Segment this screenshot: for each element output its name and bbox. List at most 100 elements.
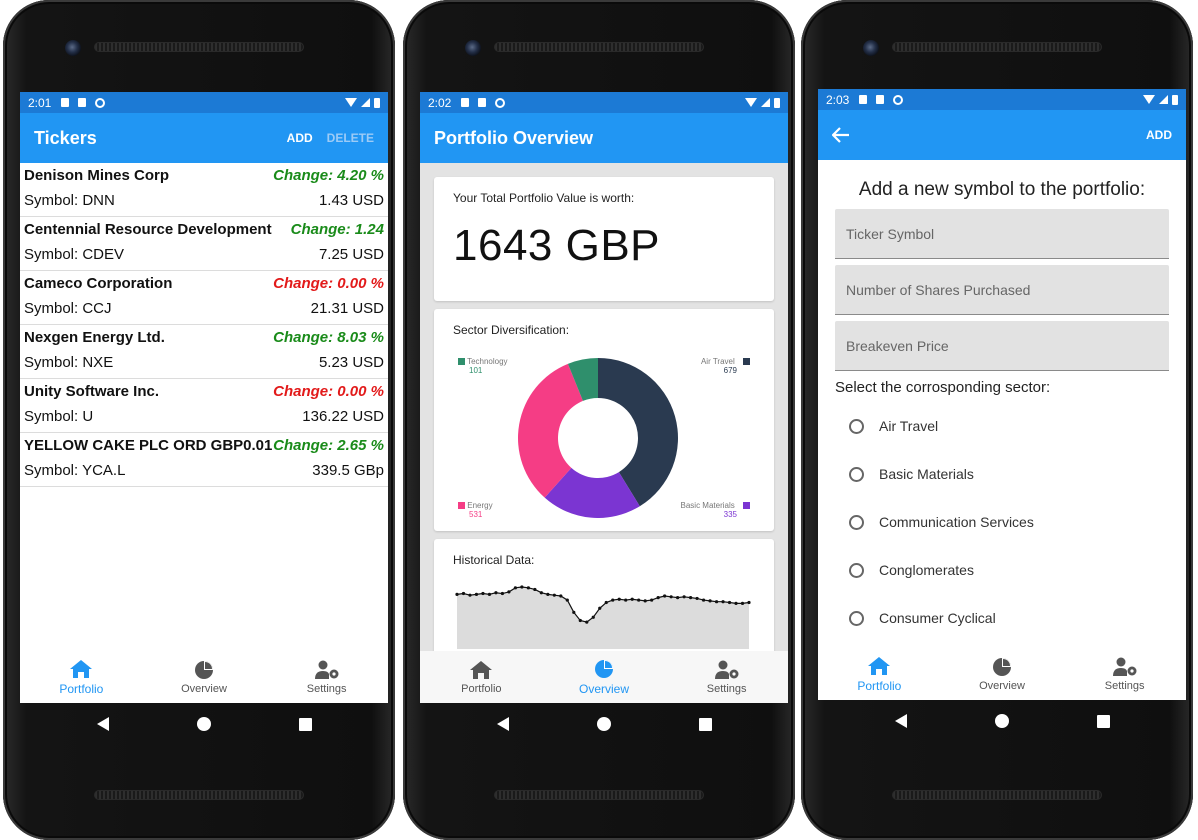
nav-portfolio-label: Portfolio bbox=[461, 682, 502, 695]
nav-portfolio-label: Portfolio bbox=[59, 681, 104, 696]
legend-swatch bbox=[743, 502, 750, 510]
sync-icon bbox=[893, 94, 904, 105]
speaker-grille bbox=[94, 42, 304, 52]
speaker-grille bbox=[94, 790, 304, 800]
ticker-row[interactable]: Centennial Resource Development Change: 1… bbox=[20, 217, 388, 271]
page-title: Tickers bbox=[34, 127, 97, 148]
ticker-change: Change: 4.20 % bbox=[273, 167, 384, 184]
historical-point bbox=[585, 620, 589, 624]
portfolio-value-card: Your Total Portfolio Value is worth: 164… bbox=[434, 177, 774, 301]
nav-settings[interactable]: Settings bbox=[265, 651, 388, 703]
ticker-row[interactable]: Unity Software Inc. Change: 0.00 % Symbol:… bbox=[20, 379, 388, 433]
historical-point bbox=[572, 610, 576, 614]
historical-point bbox=[624, 598, 628, 602]
sector-radio-label: Air Travel bbox=[879, 418, 939, 434]
sector-radio-group: Air Travel Basic Materials Communication S… bbox=[835, 402, 1169, 642]
nav-settings[interactable]: Settings bbox=[1063, 648, 1186, 700]
user-settings-icon bbox=[314, 660, 339, 679]
nav-overview[interactable]: Overview bbox=[543, 651, 666, 703]
signal-icon bbox=[361, 98, 370, 107]
ticker-row[interactable]: YELLOW CAKE PLC ORD GBP0.01 Change: 2.65 … bbox=[20, 433, 388, 487]
ticker-change: Change: 8.03 % bbox=[273, 329, 384, 346]
camera bbox=[465, 40, 481, 56]
radio-circle-icon[interactable] bbox=[849, 466, 864, 482]
sd-card-icon bbox=[876, 95, 885, 104]
page-title: Portfolio Overview bbox=[434, 127, 594, 148]
system-nav-bar bbox=[818, 709, 1186, 733]
signal-icon bbox=[761, 98, 770, 107]
nav-overview[interactable]: Overview bbox=[143, 651, 266, 703]
ticker-row[interactable]: Cameco Corporation Change: 0.00 % Symbol: … bbox=[20, 271, 388, 325]
camera bbox=[863, 40, 879, 56]
sector-radio[interactable]: Air Travel bbox=[835, 402, 1169, 450]
back-icon[interactable] bbox=[894, 714, 907, 728]
historical-area-chart[interactable] bbox=[453, 579, 753, 649]
home-icon bbox=[70, 659, 93, 678]
ticker-header: Nexgen Energy Ltd. Change: 8.03 % bbox=[24, 325, 384, 350]
ticker-name: Cameco Corporation bbox=[24, 275, 173, 292]
breakeven-price-field[interactable]: Breakeven Price bbox=[835, 321, 1169, 371]
delete-button[interactable]: DELETE bbox=[327, 131, 374, 145]
app-bar: ADD bbox=[818, 110, 1186, 160]
home-button-icon[interactable] bbox=[994, 714, 1009, 728]
wifi-icon bbox=[345, 98, 357, 107]
recents-icon[interactable] bbox=[1096, 714, 1110, 728]
back-icon[interactable] bbox=[496, 717, 509, 731]
historical-point bbox=[695, 596, 699, 601]
ticker-details: Symbol: NXE 5.23 USD bbox=[24, 350, 384, 375]
nav-settings[interactable]: Settings bbox=[665, 651, 788, 703]
status-time: 2:02 bbox=[428, 95, 452, 110]
nav-settings-label: Settings bbox=[306, 682, 347, 695]
system-nav-bar bbox=[420, 712, 788, 736]
add-button[interactable]: ADD bbox=[1146, 128, 1172, 142]
radio-circle-icon[interactable] bbox=[849, 418, 864, 434]
add-button[interactable]: ADD bbox=[287, 131, 313, 145]
sync-icon bbox=[95, 97, 106, 108]
sector-radio[interactable]: Basic Materials bbox=[835, 450, 1169, 498]
ticker-header: Cameco Corporation Change: 0.00 % bbox=[24, 271, 384, 296]
ticker-symbol-field[interactable]: Ticker Symbol bbox=[835, 209, 1169, 259]
status-time: 2:01 bbox=[28, 95, 52, 110]
nav-portfolio[interactable]: Portfolio bbox=[20, 651, 143, 703]
bottom-navigation: Portfolio Overview Settings bbox=[20, 651, 388, 703]
legend-basic-materials-value: 335 bbox=[723, 510, 737, 519]
recents-icon[interactable] bbox=[298, 717, 312, 731]
screen-add-symbol: 2:03 ADD Add a new symbol to the portfol… bbox=[818, 89, 1186, 700]
radio-circle-icon[interactable] bbox=[849, 562, 864, 578]
shares-purchased-field[interactable]: Number of Shares Purchased bbox=[835, 265, 1169, 315]
ticker-header: Denison Mines Corp Change: 4.20 % bbox=[24, 163, 384, 188]
home-button-icon[interactable] bbox=[596, 717, 611, 731]
recents-icon[interactable] bbox=[698, 717, 712, 731]
ticker-list: Denison Mines Corp Change: 4.20 % Symbol: … bbox=[20, 163, 388, 487]
status-bar: 2:02 bbox=[420, 92, 788, 113]
pie-chart-icon bbox=[595, 659, 613, 678]
historical-point bbox=[734, 601, 738, 605]
nav-portfolio[interactable]: Portfolio bbox=[818, 648, 941, 700]
phone-frame-portfolio: 2:01 Tickers ADD DELETE Denison Mines Co… bbox=[3, 0, 395, 840]
historical-point bbox=[727, 600, 732, 605]
ticker-row[interactable]: Nexgen Energy Ltd. Change: 8.03 % Symbol: … bbox=[20, 325, 388, 379]
sector-radio[interactable]: Communication Services bbox=[835, 498, 1169, 546]
home-button-icon[interactable] bbox=[196, 717, 211, 731]
sector-radio[interactable]: Conglomerates bbox=[835, 546, 1169, 594]
nav-portfolio[interactable]: Portfolio bbox=[420, 651, 543, 703]
pie-chart-icon bbox=[993, 657, 1011, 676]
historical-point bbox=[721, 600, 725, 604]
nav-overview[interactable]: Overview bbox=[941, 648, 1064, 700]
ticker-row[interactable]: Denison Mines Corp Change: 4.20 % Symbol: … bbox=[20, 163, 388, 217]
back-arrow-icon[interactable] bbox=[832, 127, 850, 143]
historical-area bbox=[457, 587, 749, 649]
sector-donut-chart[interactable] bbox=[518, 358, 678, 518]
historical-point bbox=[565, 598, 569, 602]
sector-radio[interactable]: Consumer Cyclical bbox=[835, 594, 1169, 642]
historical-point bbox=[487, 592, 492, 596]
radio-circle-icon[interactable] bbox=[849, 610, 864, 626]
status-bar: 2:03 bbox=[818, 89, 1186, 110]
app-bar: Tickers ADD DELETE bbox=[20, 113, 388, 163]
back-icon[interactable] bbox=[96, 717, 109, 731]
home-icon bbox=[868, 656, 891, 675]
phone-frame-overview: 2:02 Portfolio Overview Your Total Portf… bbox=[403, 0, 795, 840]
ticker-price: 339.5 GBp bbox=[312, 462, 384, 479]
historical-point bbox=[474, 592, 479, 596]
radio-circle-icon[interactable] bbox=[849, 514, 864, 530]
